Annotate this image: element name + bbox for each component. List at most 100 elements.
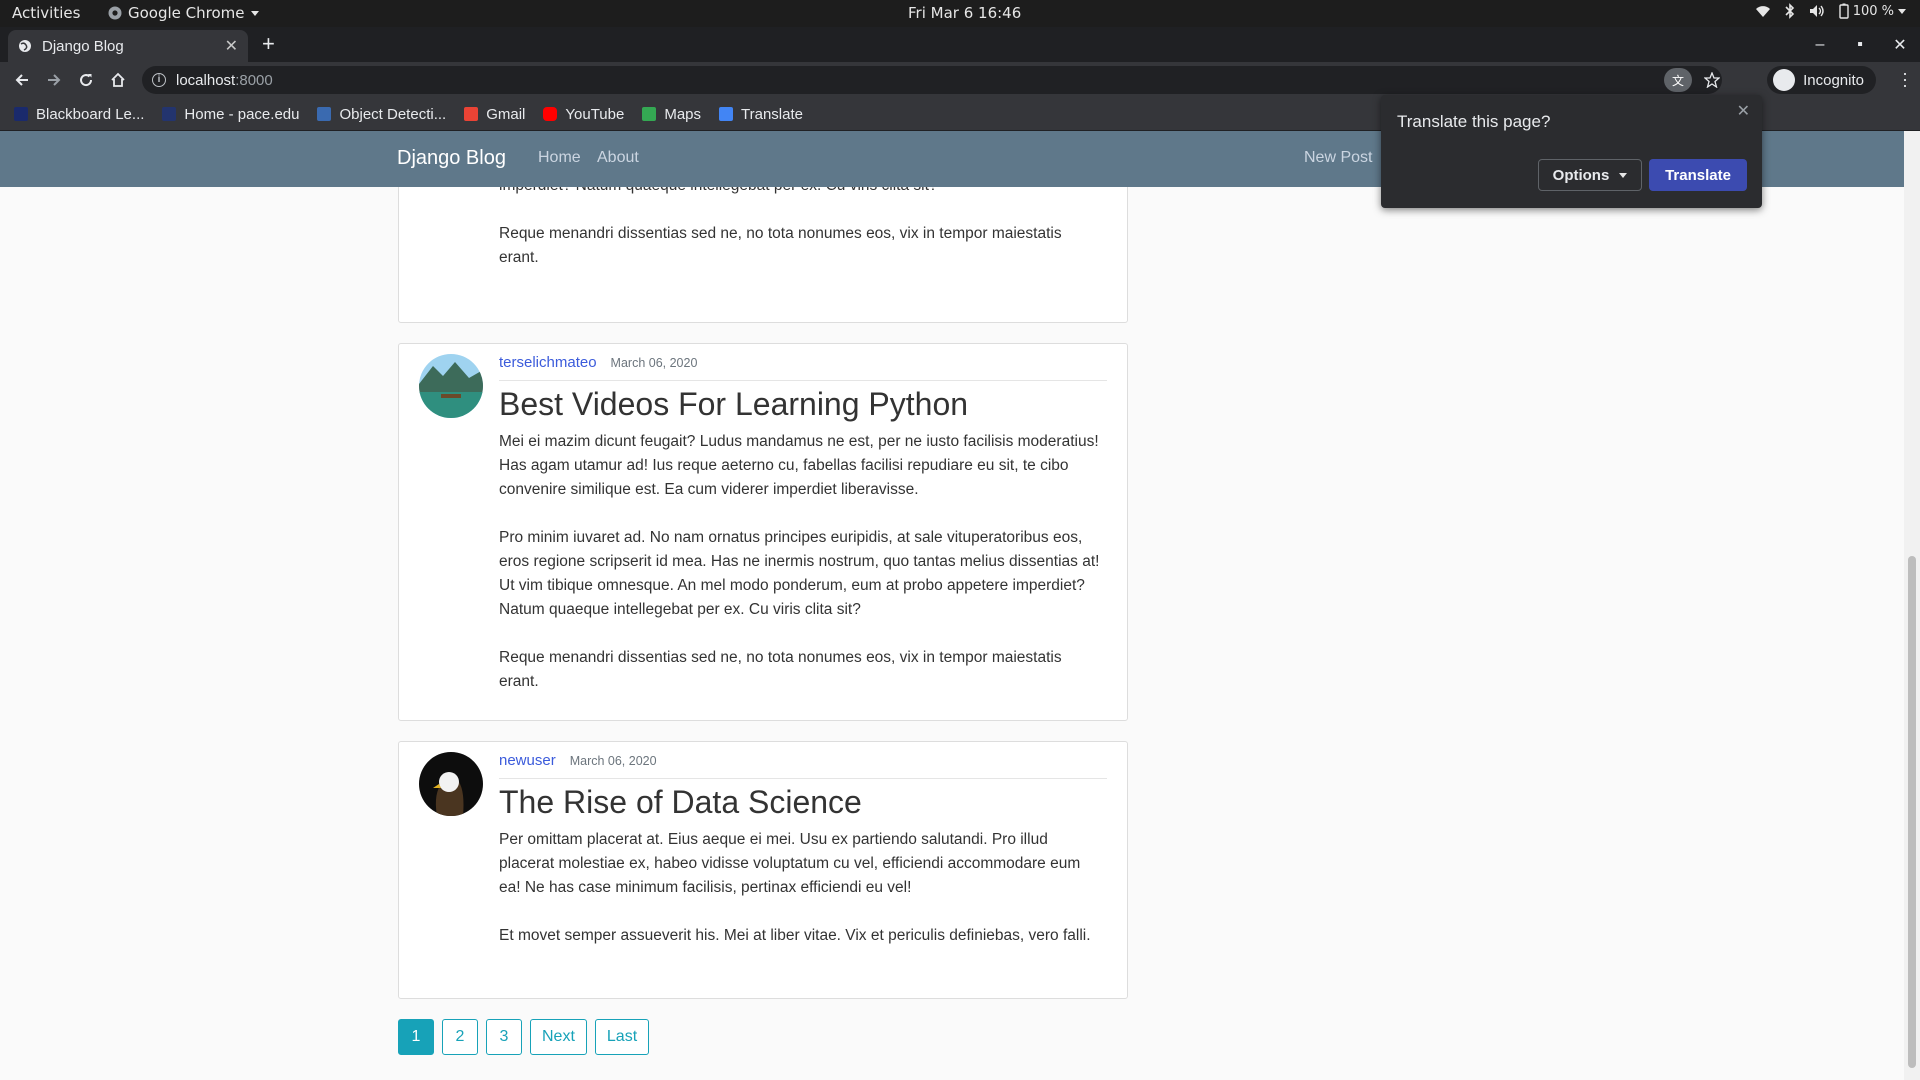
bookmark-item[interactable]: Translate: [719, 106, 803, 123]
url-port: :8000: [235, 71, 273, 89]
minimize-icon[interactable]: –: [1800, 36, 1840, 54]
article-paragraph: Reque menandri dissentias sed ne, no tot…: [499, 225, 1062, 266]
page-2-button[interactable]: 2: [442, 1019, 478, 1055]
nav-home-link[interactable]: Home: [538, 149, 581, 167]
translate-bubble: Translate this page? ✕ Options Translate: [1381, 95, 1762, 208]
forward-icon[interactable]: [42, 68, 66, 92]
bookmark-label: Maps: [664, 105, 702, 123]
address-bar[interactable]: i localhost:8000: [142, 66, 1722, 94]
last-page-button[interactable]: Last: [594, 1019, 650, 1055]
star-icon[interactable]: [1704, 72, 1720, 88]
next-page-button[interactable]: Next: [530, 1019, 587, 1055]
chrome-app-icon: [108, 6, 122, 20]
youtube-icon: [543, 107, 558, 121]
bookmark-item[interactable]: Maps: [642, 106, 701, 123]
volume-icon: [1809, 5, 1824, 17]
scrollbar-thumb[interactable]: [1908, 556, 1916, 1068]
bluetooth-icon: [1785, 3, 1794, 19]
wifi-icon: [1755, 6, 1770, 17]
close-icon[interactable]: ✕: [1737, 101, 1750, 121]
article-title[interactable]: The Rise of Data Science: [499, 784, 862, 821]
bookmark-item[interactable]: Gmail: [464, 106, 525, 123]
browser-toolbar: i localhost:8000 文 Incognito · · ·: [0, 62, 1920, 98]
bookmark-item[interactable]: Blackboard Le...: [14, 106, 144, 123]
author-link[interactable]: newuser: [499, 752, 556, 769]
app-menu[interactable]: Google Chrome: [108, 4, 259, 22]
options-button[interactable]: Options: [1538, 159, 1642, 191]
article-title[interactable]: Best Videos For Learning Python: [499, 386, 968, 423]
page-1-button[interactable]: 1: [398, 1019, 434, 1055]
bookmark-favicon-icon: [162, 107, 177, 121]
article-paragraph: Reque menandri dissentias sed ne, no tot…: [499, 649, 1062, 690]
home-icon[interactable]: [106, 68, 130, 92]
battery-level: 100 %: [1852, 3, 1894, 19]
system-top-bar: Activities Google Chrome Fri Mar 6 16:46…: [0, 0, 1920, 27]
browser-tab[interactable]: Django Blog ✕: [8, 30, 248, 62]
chevron-down-icon: [250, 10, 259, 16]
bookmark-favicon-icon: [317, 107, 332, 121]
article-paragraph: Per omittam placerat at. Eius aeque ei m…: [499, 831, 1081, 896]
translate-icon[interactable]: 文: [1664, 68, 1692, 92]
site-info-icon[interactable]: i: [152, 73, 166, 87]
article-card: terselichmateo March 06, 2020 Best Video…: [398, 343, 1128, 721]
bookmark-label: Blackboard Le...: [36, 105, 145, 123]
translate-button[interactable]: Translate: [1649, 159, 1747, 191]
bookmark-favicon-icon: [14, 107, 28, 121]
article-content: Per omittam placerat at. Eius aeque ei m…: [499, 828, 1105, 972]
more-menu-icon[interactable]: · · ·: [1902, 64, 1908, 94]
chevron-down-icon: [1619, 172, 1628, 178]
app-menu-label: Google Chrome: [128, 4, 245, 22]
options-label: Options: [1552, 166, 1610, 184]
nav-about-link[interactable]: About: [597, 149, 639, 167]
tab-close-icon[interactable]: ✕: [225, 36, 238, 56]
incognito-icon: [1773, 69, 1796, 91]
page-3-button[interactable]: 3: [486, 1019, 522, 1055]
site-brand[interactable]: Django Blog: [397, 147, 506, 170]
bookmark-label: Object Detecti...: [339, 105, 447, 123]
bookmark-item[interactable]: Object Detecti...: [317, 106, 446, 123]
url-host: localhost: [176, 71, 236, 89]
article-content: Mei ei mazim dicunt feugait? Ludus manda…: [499, 430, 1105, 718]
maximize-icon[interactable]: ▪: [1840, 36, 1880, 54]
omnibox-actions: 文: [1664, 68, 1720, 92]
back-icon[interactable]: [10, 68, 34, 92]
window-controls: – ▪ ✕: [1800, 27, 1920, 62]
page-viewport: at! Ut vim tibique omnesque. An mel modo…: [0, 131, 1920, 1080]
system-tray[interactable]: 100 %: [1755, 3, 1906, 19]
chevron-down-icon: [1898, 8, 1906, 14]
article-paragraph: Pro minim iuvaret ad. No nam ornatus pri…: [499, 529, 1100, 618]
post-date: March 06, 2020: [610, 356, 698, 370]
close-window-icon[interactable]: ✕: [1880, 35, 1920, 55]
clock[interactable]: Fri Mar 6 16:46: [908, 4, 1021, 22]
tab-title: Django Blog: [42, 37, 124, 55]
new-tab-button[interactable]: +: [262, 31, 275, 57]
battery-icon: [1838, 3, 1849, 19]
article-metadata: newuser March 06, 2020: [499, 752, 1107, 779]
pagination: 1 2 3 Next Last: [398, 1019, 650, 1055]
post-date: March 06, 2020: [569, 754, 657, 768]
maps-icon: [642, 107, 657, 121]
bookmark-item[interactable]: YouTube: [543, 106, 624, 123]
incognito-profile-button[interactable]: Incognito: [1767, 66, 1876, 94]
gmail-icon: [464, 107, 479, 121]
bookmark-label: Home - pace.edu: [184, 105, 300, 123]
article-paragraph: Et movet semper assueverit his. Mei at l…: [499, 927, 1091, 944]
author-link[interactable]: terselichmateo: [499, 354, 597, 371]
page-scrollbar[interactable]: [1904, 131, 1920, 1080]
translate-question: Translate this page?: [1397, 112, 1551, 131]
bookmark-label: Gmail: [486, 105, 526, 123]
activities-button[interactable]: Activities: [12, 4, 80, 22]
bookmark-item[interactable]: Home - pace.edu: [162, 106, 299, 123]
bookmark-label: YouTube: [565, 105, 625, 123]
globe-icon: [19, 40, 31, 52]
article-card: newuser March 06, 2020 The Rise of Data …: [398, 741, 1128, 999]
translate-icon: [719, 107, 734, 121]
author-avatar[interactable]: [419, 354, 483, 418]
reload-icon[interactable]: [74, 68, 98, 92]
article-metadata: terselichmateo March 06, 2020: [499, 354, 1107, 381]
profile-label: Incognito: [1803, 71, 1864, 89]
author-avatar[interactable]: [419, 752, 483, 816]
article-paragraph: Mei ei mazim dicunt feugait? Ludus manda…: [499, 433, 1099, 498]
bookmark-label: Translate: [741, 105, 803, 123]
nav-new-post-link[interactable]: New Post: [1304, 149, 1372, 167]
